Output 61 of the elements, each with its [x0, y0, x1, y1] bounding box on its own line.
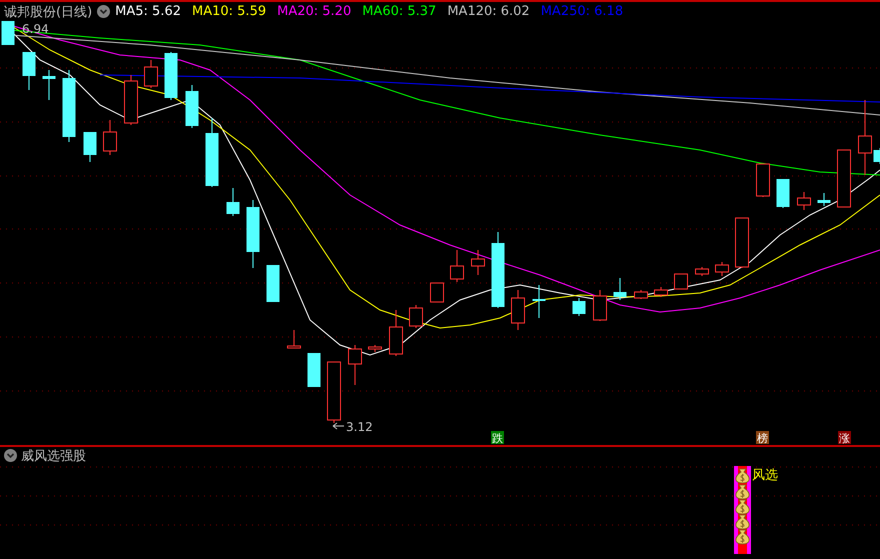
candlestick: [266, 264, 280, 302]
candlestick: [532, 284, 546, 318]
moving-average-value: MA120: 6.02: [447, 4, 530, 19]
candlestick: [287, 330, 301, 348]
signal-marker: 榜: [756, 431, 769, 445]
candlestick: [186, 84, 198, 128]
candlestick: [776, 178, 790, 208]
candlestick: [144, 60, 158, 88]
signal-marker: 涨: [838, 431, 851, 445]
candlestick: [2, 21, 14, 46]
candlestick: [837, 150, 851, 208]
moving-average-value: MA250: 6.18: [540, 4, 624, 19]
candlestick: [42, 70, 56, 100]
candlestick: [674, 274, 688, 290]
signal-marker: 跌: [491, 431, 504, 445]
candlestick: [226, 188, 240, 216]
money-bag-icon: [735, 500, 750, 514]
candlestick: [124, 74, 138, 126]
low-price-label: 3.12: [346, 420, 373, 434]
candlestick: [634, 290, 648, 300]
candlestick: [430, 282, 444, 302]
candlestick: [572, 298, 586, 316]
signal-label: 风选: [752, 467, 778, 484]
money-bag-icon: [735, 514, 750, 530]
candlestick: [409, 304, 423, 328]
moving-average-value: MA60: 5.37: [362, 4, 436, 19]
dropdown-icon[interactable]: [97, 5, 110, 18]
candlestick: [756, 164, 770, 198]
dropdown-icon[interactable]: [4, 449, 17, 462]
stock-title: 诚邦股份(日线): [4, 4, 92, 20]
moving-average-value: MA10: 5.59: [192, 4, 266, 19]
moving-average-value: MA20: 5.20: [277, 4, 352, 19]
candlestick: [327, 362, 341, 424]
money-bag-icon: [735, 468, 750, 484]
candlestick: [654, 286, 668, 298]
money-bag-icon: [735, 530, 750, 544]
candlestick: [471, 250, 485, 276]
candlestick: [593, 290, 607, 322]
arrow-icon: [332, 422, 344, 430]
candlestick: [797, 192, 811, 210]
candlestick: [450, 250, 464, 282]
candlestick: [348, 344, 362, 386]
candlestick: [389, 310, 403, 356]
candlestick: [735, 218, 749, 268]
indicator-title: 威风选强股: [21, 448, 86, 464]
money-bag-icon: [735, 484, 750, 500]
candlestick: [308, 352, 320, 388]
candlestick: [84, 132, 96, 162]
candlestick: [874, 148, 880, 164]
candlestick: [22, 52, 36, 90]
candlestick: [695, 266, 709, 276]
candlestick: [818, 192, 830, 206]
moving-average-value: MA5: 5.62: [115, 4, 181, 19]
candlestick: [614, 278, 626, 300]
candlestick: [164, 52, 178, 100]
candlestick: [715, 262, 729, 276]
candlestick: [206, 118, 218, 188]
candlestick: [103, 120, 117, 156]
candlestick: [511, 290, 525, 330]
candlestick: [368, 344, 382, 352]
candlestick: [246, 200, 260, 268]
